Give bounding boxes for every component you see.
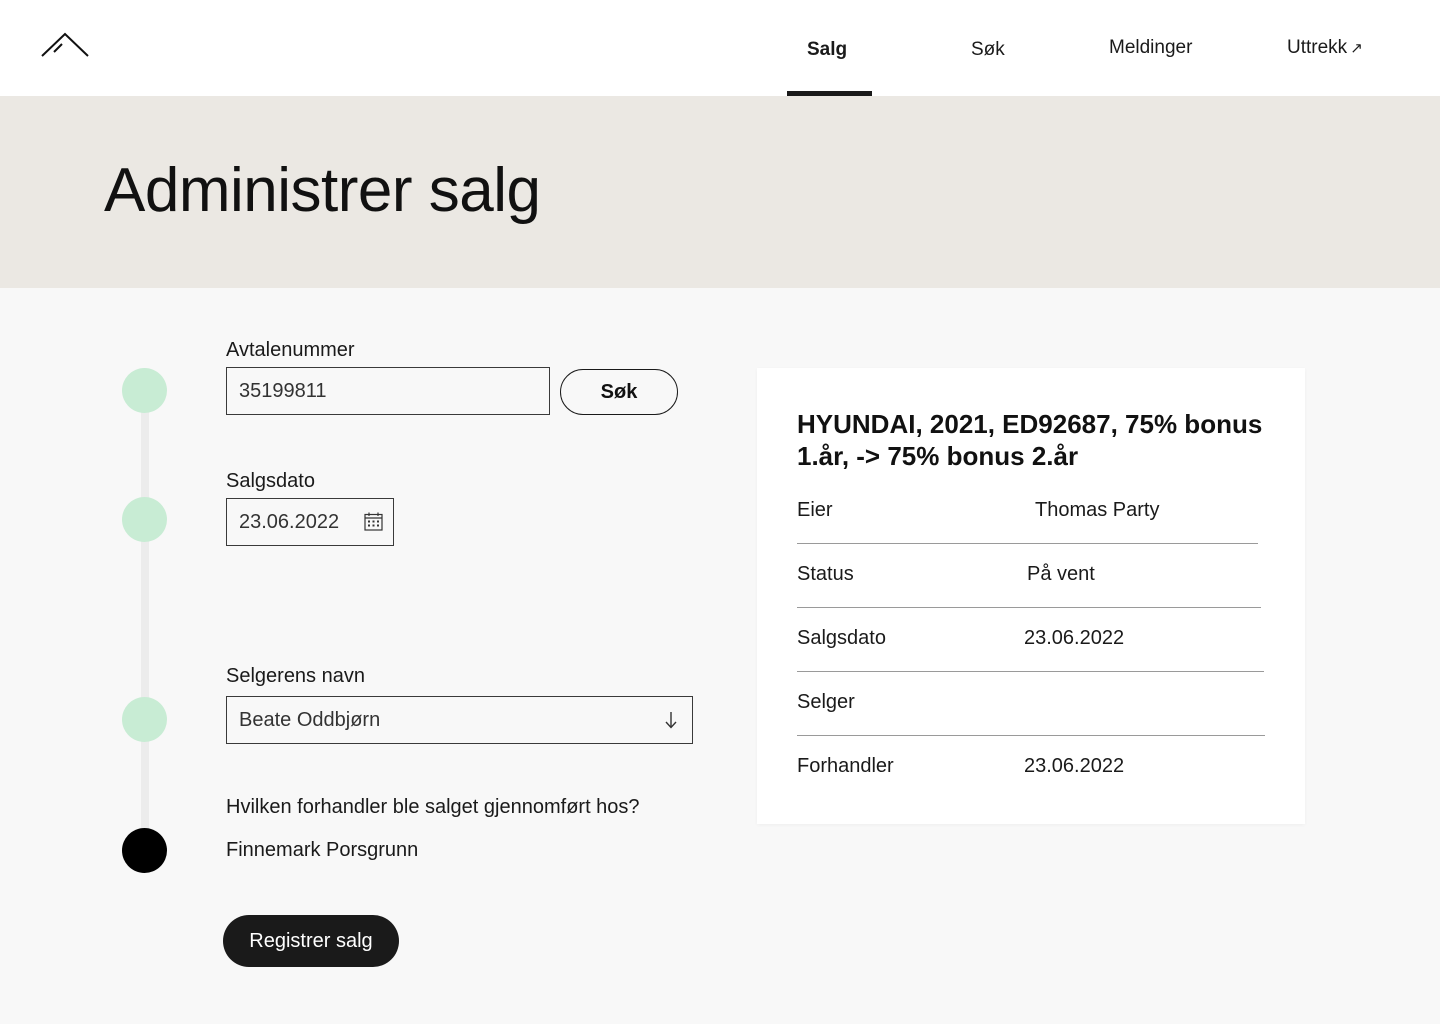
divider <box>797 543 1258 544</box>
nav-meldinger[interactable]: Meldinger <box>1109 36 1192 60</box>
summary-value: Thomas Party <box>1035 499 1160 521</box>
page-title: Administrer salg <box>104 156 541 225</box>
forhandler-question: Hvilken forhandler ble salget gjennomfør… <box>226 796 640 818</box>
calendar-icon[interactable] <box>364 512 383 531</box>
vehicle-title: HYUNDAI, 2021, ED92687, 75% bonus 1.år, … <box>797 409 1263 471</box>
home-logo-icon[interactable] <box>40 30 90 60</box>
top-navigation: Salg Søk Meldinger Uttrekk ↗ <box>0 0 1440 96</box>
arrow-down-icon <box>665 712 677 729</box>
summary-key: Status <box>797 563 854 585</box>
selger-label: Selgerens navn <box>226 665 365 687</box>
nav-uttrekk-label: Uttrekk <box>1287 37 1348 58</box>
step-indicator-selger <box>122 697 167 742</box>
step-timeline-line <box>141 390 149 850</box>
avtalenummer-value: 35199811 <box>239 379 327 402</box>
page-header: Administrer salg <box>0 96 1440 288</box>
search-button[interactable]: Søk <box>560 369 678 415</box>
forhandler-answer: Finnemark Porsgrunn <box>226 839 419 861</box>
summary-key: Selger <box>797 691 855 713</box>
summary-key: Salgsdato <box>797 627 886 649</box>
step-indicator-forhandler <box>122 828 167 873</box>
nav-sok[interactable]: Søk <box>971 38 1005 62</box>
summary-value: 23.06.2022 <box>1024 755 1125 777</box>
salgsdato-label: Salgsdato <box>226 470 315 492</box>
register-sale-button[interactable]: Registrer salg <box>223 915 399 967</box>
avtalenummer-input[interactable]: 35199811 <box>226 367 550 415</box>
selger-select[interactable]: Beate Oddbjørn <box>226 696 693 744</box>
salgsdato-value: 23.06.2022 <box>239 510 340 533</box>
summary-value: På vent <box>1027 563 1095 585</box>
divider <box>797 607 1261 608</box>
nav-salg[interactable]: Salg <box>807 38 847 62</box>
divider <box>797 671 1264 672</box>
selger-value: Beate Oddbjørn <box>239 708 381 731</box>
step-indicator-salgsdato <box>122 497 167 542</box>
summary-key: Eier <box>797 499 833 521</box>
summary-value: 23.06.2022 <box>1024 627 1125 649</box>
external-link-icon: ↗ <box>1350 40 1363 57</box>
summary-key: Forhandler <box>797 755 894 777</box>
divider <box>797 735 1265 736</box>
avtalenummer-label: Avtalenummer <box>226 339 355 361</box>
sale-summary-card: HYUNDAI, 2021, ED92687, 75% bonus 1.år, … <box>757 368 1305 824</box>
step-indicator-avtalenummer <box>122 368 167 413</box>
salgsdato-date-input[interactable]: 23.06.2022 <box>226 498 394 546</box>
nav-uttrekk[interactable]: Uttrekk ↗ <box>1287 36 1363 61</box>
